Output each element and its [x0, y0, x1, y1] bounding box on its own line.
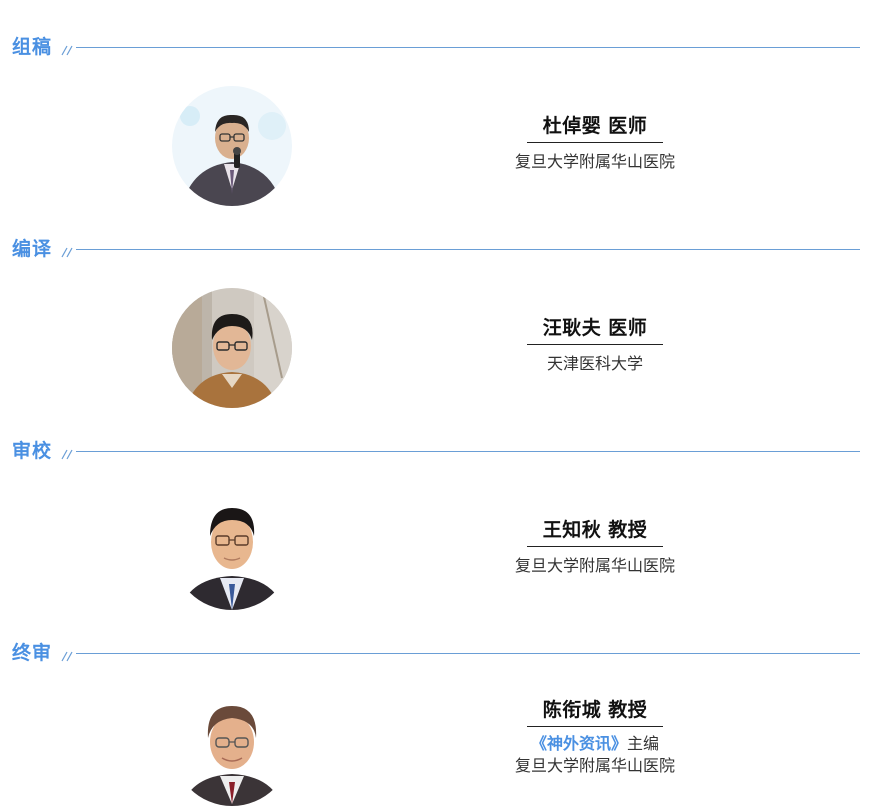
section-title: 终审: [12, 642, 53, 664]
avatar-photo: [172, 86, 292, 206]
person-affiliation: 复旦大学附属华山医院: [514, 152, 675, 171]
person-name: 杜倬婴 医师: [542, 115, 648, 137]
section-header: 编译: [12, 236, 860, 262]
avatar-photo: [172, 490, 292, 610]
section-compile: 组稿 杜倬婴 医师 复旦大学附属华山医院: [0, 12, 871, 214]
name-underline: 杜倬婴 医师: [526, 112, 664, 143]
section-header: 组稿: [12, 34, 860, 60]
person-info: 杜倬婴 医师 复旦大学附属华山医院: [470, 112, 720, 173]
role-label: 主编: [627, 734, 660, 753]
section-review: 审校 王知秋 教授 复旦大学附属华山医院: [0, 416, 871, 618]
section-header: 审校: [12, 438, 860, 464]
person-name: 陈衔城 教授: [542, 699, 648, 721]
avatar-photo: [172, 686, 292, 806]
person-info: 汪耿夫 医师 天津医科大学: [470, 314, 720, 375]
double-slash-icon: [61, 247, 73, 258]
person-affiliation: 复旦大学附属华山医院: [514, 556, 675, 575]
section-divider: [76, 653, 860, 654]
person-name: 汪耿夫 医师: [542, 317, 648, 339]
double-slash-icon: [61, 651, 73, 662]
name-underline: 汪耿夫 医师: [526, 314, 664, 345]
section-divider: [76, 249, 860, 250]
section-title: 审校: [12, 440, 53, 462]
section-final-review: 终审 陈衔城 教授 《神外资讯》主编 复旦大学附属华山医院: [0, 618, 871, 806]
name-underline: 王知秋 教授: [526, 516, 664, 547]
section-title: 编译: [12, 238, 53, 260]
person-info: 陈衔城 教授 《神外资讯》主编 复旦大学附属华山医院: [470, 696, 720, 777]
person-affiliation: 天津医科大学: [546, 354, 643, 373]
person-name: 王知秋 教授: [542, 519, 648, 541]
section-divider: [76, 451, 860, 452]
journal-title: 《神外资讯》: [530, 734, 627, 753]
double-slash-icon: [61, 449, 73, 460]
section-divider: [76, 47, 860, 48]
section-translate: 编译 汪耿夫 医师 天津医科大学: [0, 214, 871, 416]
person-info: 王知秋 教授 复旦大学附属华山医院: [470, 516, 720, 577]
person-affiliation: 复旦大学附属华山医院: [514, 756, 675, 775]
person-role: 《神外资讯》主编: [470, 733, 720, 755]
section-header: 终审: [12, 640, 860, 666]
avatar-photo: [172, 288, 292, 408]
double-slash-icon: [61, 45, 73, 56]
name-underline: 陈衔城 教授: [526, 696, 664, 727]
section-title: 组稿: [12, 36, 53, 58]
